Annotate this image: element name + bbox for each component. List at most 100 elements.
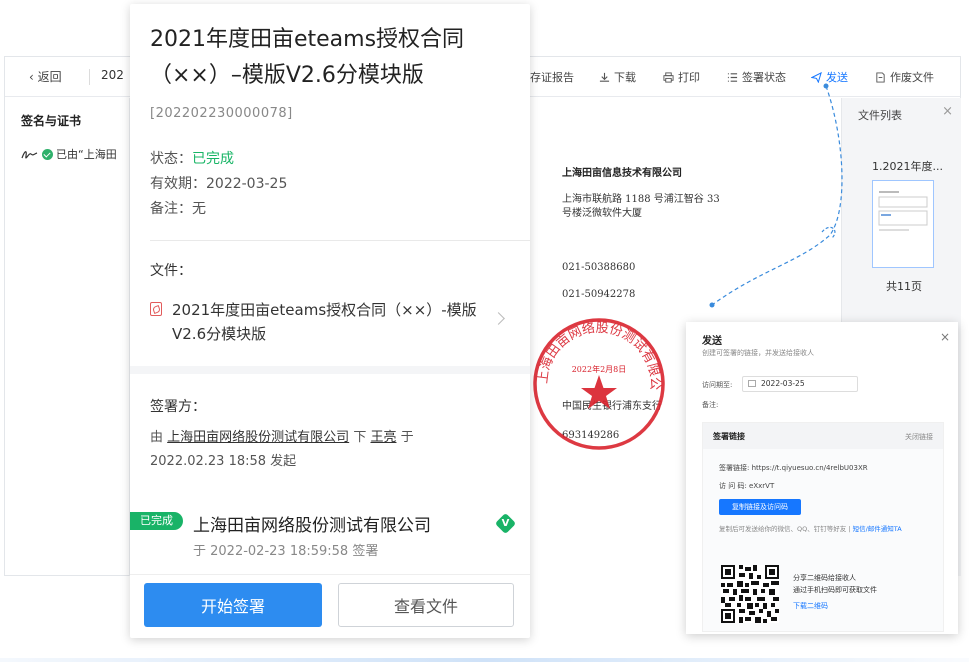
signature-icon (21, 151, 38, 159)
signer-company-name: 上海田亩网络股份测试有限公司 (193, 516, 431, 536)
verified-badge-icon: V (494, 512, 517, 535)
toolbar-print-label: 打印 (678, 71, 700, 84)
sign-link-title: 签署链接 (713, 432, 745, 441)
signature-panel-title: 签名与证书 (21, 114, 82, 128)
verified-mark: V (501, 518, 510, 529)
file-page-count: 共11页 (886, 280, 922, 293)
pdf-file-icon (150, 302, 162, 316)
file-section-label: 文件： (150, 263, 192, 279)
doc-phone1: 021-50388680 (562, 262, 636, 273)
signer-description: 由 上海田亩网络股份测试有限公司 下 王亮 于 2022.02.23 18:58… (150, 426, 510, 474)
deadline-date-input[interactable]: 2022-03-25 (742, 376, 858, 392)
bottom-accent-bar (0, 658, 969, 662)
signature-record-text: 已由“上海田 (56, 148, 117, 161)
close-icon[interactable]: × (942, 104, 953, 119)
toolbar-sign-status-button[interactable]: 签署状态 (727, 69, 786, 85)
thumbnail-preview-icon (878, 191, 928, 231)
download-qr-link[interactable]: 下载二维码 (793, 601, 828, 611)
sign-link-box: 签署链接 关闭链接 签署链接: https://t.qiyuesuo.cn/4r… (702, 422, 944, 632)
signer-person-link[interactable]: 王亮 (370, 430, 396, 445)
doc-phone2: 021-50942278 (562, 289, 636, 300)
doc-company-name: 上海田亩信息技术有限公司 (562, 168, 682, 179)
file-thumbnail[interactable] (872, 180, 934, 268)
contract-file-name: 2021年度田亩eteams授权合同（××）-模版V2.6分模块版 (172, 301, 477, 343)
calendar-icon (748, 380, 756, 387)
validity-label: 有效期： (150, 176, 206, 192)
back-button[interactable]: ‹ 返回 (29, 68, 62, 85)
contract-detail-mobile-panel: 2021年度田亩eteams授权合同（××）–模版V2.6分模块版 [20220… (130, 4, 530, 638)
deadline-label: 访问期至: (702, 381, 733, 389)
toolbar-send-button[interactable]: 发送 (811, 69, 848, 85)
toolbar-print-button[interactable]: 打印 (663, 69, 700, 85)
sign-link-label: 签署链接: (719, 464, 750, 472)
copy-hint-text: 复制后可发送给你的微信、QQ、钉钉等好友 (719, 525, 847, 533)
document-title-fragment: 202 (101, 68, 124, 82)
toolbar-send-label: 发送 (826, 71, 848, 84)
copy-link-button[interactable]: 复制链接及访问码 (719, 499, 801, 515)
print-icon (663, 71, 674, 83)
signer-desc-suffix: 于 (400, 430, 414, 445)
contract-file-item[interactable]: 2021年度田亩eteams授权合同（××）-模版V2.6分模块版 (150, 298, 520, 346)
deadline-date-value: 2022-03-25 (761, 379, 805, 388)
access-code-row: 访 问 码: eXxrVT (719, 481, 774, 491)
signer-company-link[interactable]: 上海田亩网络股份测试有限公司 (167, 430, 349, 445)
signer-desc-prefix: 由 (150, 430, 164, 445)
start-sign-button[interactable]: 开始签署 (144, 583, 322, 627)
remark-label: 备注： (150, 201, 192, 217)
toolbar-report-button[interactable]: 存证报告 (530, 69, 574, 85)
signer-signed-time: 于 2022-02-23 18:59:58 签署 (193, 544, 379, 559)
signer-desc-middle: 下 (353, 430, 367, 445)
toolbar-void-file-button[interactable]: 作废文件 (875, 69, 934, 85)
signer-status-badge: 已完成 (130, 512, 183, 530)
toolbar-report-label: 存证报告 (530, 71, 574, 84)
seal-ring-text: 上海田亩网络股份测试有限公司 (530, 315, 662, 390)
action-footer: 开始签署 查看文件 (130, 574, 530, 638)
void-file-icon (876, 71, 885, 83)
signature-record-item[interactable]: 已由“上海田 (21, 146, 117, 162)
send-dialog: 发送 × 创建可签署的链接，并发送给接收人 访问期至: 2022-03-25 备… (686, 322, 958, 634)
sms-email-notify-link[interactable]: 短信/邮件通知TA (853, 525, 902, 533)
view-file-button[interactable]: 查看文件 (338, 583, 514, 627)
signature-certificate-panel: 签名与证书 已由“上海田 (5, 98, 130, 576)
toolbar-divider (89, 69, 90, 85)
doc-address-line1: 上海市联航路 1188 号浦江智谷 33 (562, 194, 720, 205)
company-seal: 上海田亩网络股份测试有限公司 2022年2月8日 (530, 315, 665, 450)
remark-row: 备注：无 (150, 198, 206, 218)
sign-link-header: 签署链接 关闭链接 (703, 423, 943, 449)
seal-date-text: 2022年2月8日 (572, 364, 627, 374)
sign-link-url[interactable]: https://t.qiyuesuo.cn/4relbU03XR (752, 464, 868, 472)
copy-hint-divider: | (848, 525, 851, 533)
doc-address-line2: 号楼泛微软件大厦 (562, 208, 642, 219)
status-value: 已完成 (192, 151, 234, 167)
file-list-title: 文件列表 (858, 109, 902, 122)
section-gap (130, 366, 530, 374)
send-icon (811, 71, 822, 83)
file-list-item-name[interactable]: 1.2021年度... (872, 158, 943, 174)
back-label: 返回 (37, 70, 62, 84)
qr-code-icon (721, 565, 779, 623)
qr-share-subtext: 通过手机扫码即可获取文件 (793, 586, 877, 594)
access-code-label: 访 问 码: (719, 482, 747, 490)
signer-initiated-time: 2022.02.23 18:58 发起 (150, 454, 297, 469)
section-divider (150, 240, 530, 241)
toolbar-download-label: 下载 (614, 71, 636, 84)
access-code-value: eXxrVT (749, 482, 775, 490)
sign-link-row: 签署链接: https://t.qiyuesuo.cn/4relbU03XR (719, 463, 868, 473)
download-icon (599, 72, 610, 82)
contract-title: 2021年度田亩eteams授权合同（××）–模版V2.6分模块版 (150, 27, 465, 88)
status-row: 状态：已完成 (150, 148, 234, 168)
copy-hint: 复制后可发送给你的微信、QQ、钉钉等好友 | 短信/邮件通知TA (719, 523, 902, 533)
validity-row: 有效期：2022-03-25 (150, 173, 287, 193)
toolbar-void-file-label: 作废文件 (890, 71, 934, 84)
list-icon (727, 72, 738, 82)
toolbar-sign-status-label: 签署状态 (742, 71, 786, 84)
signer-section-label: 签署方： (150, 399, 206, 415)
qr-share-text: 分享二维码给接收人 (793, 574, 856, 582)
send-remark-label: 备注: (702, 401, 719, 409)
close-icon[interactable]: × (940, 330, 950, 344)
toolbar-download-button[interactable]: 下载 (599, 69, 636, 85)
contract-code: [202202230000078] (150, 106, 293, 121)
remark-value: 无 (192, 201, 206, 217)
status-label: 状态： (150, 151, 192, 167)
close-link-button[interactable]: 关闭链接 (905, 432, 933, 442)
